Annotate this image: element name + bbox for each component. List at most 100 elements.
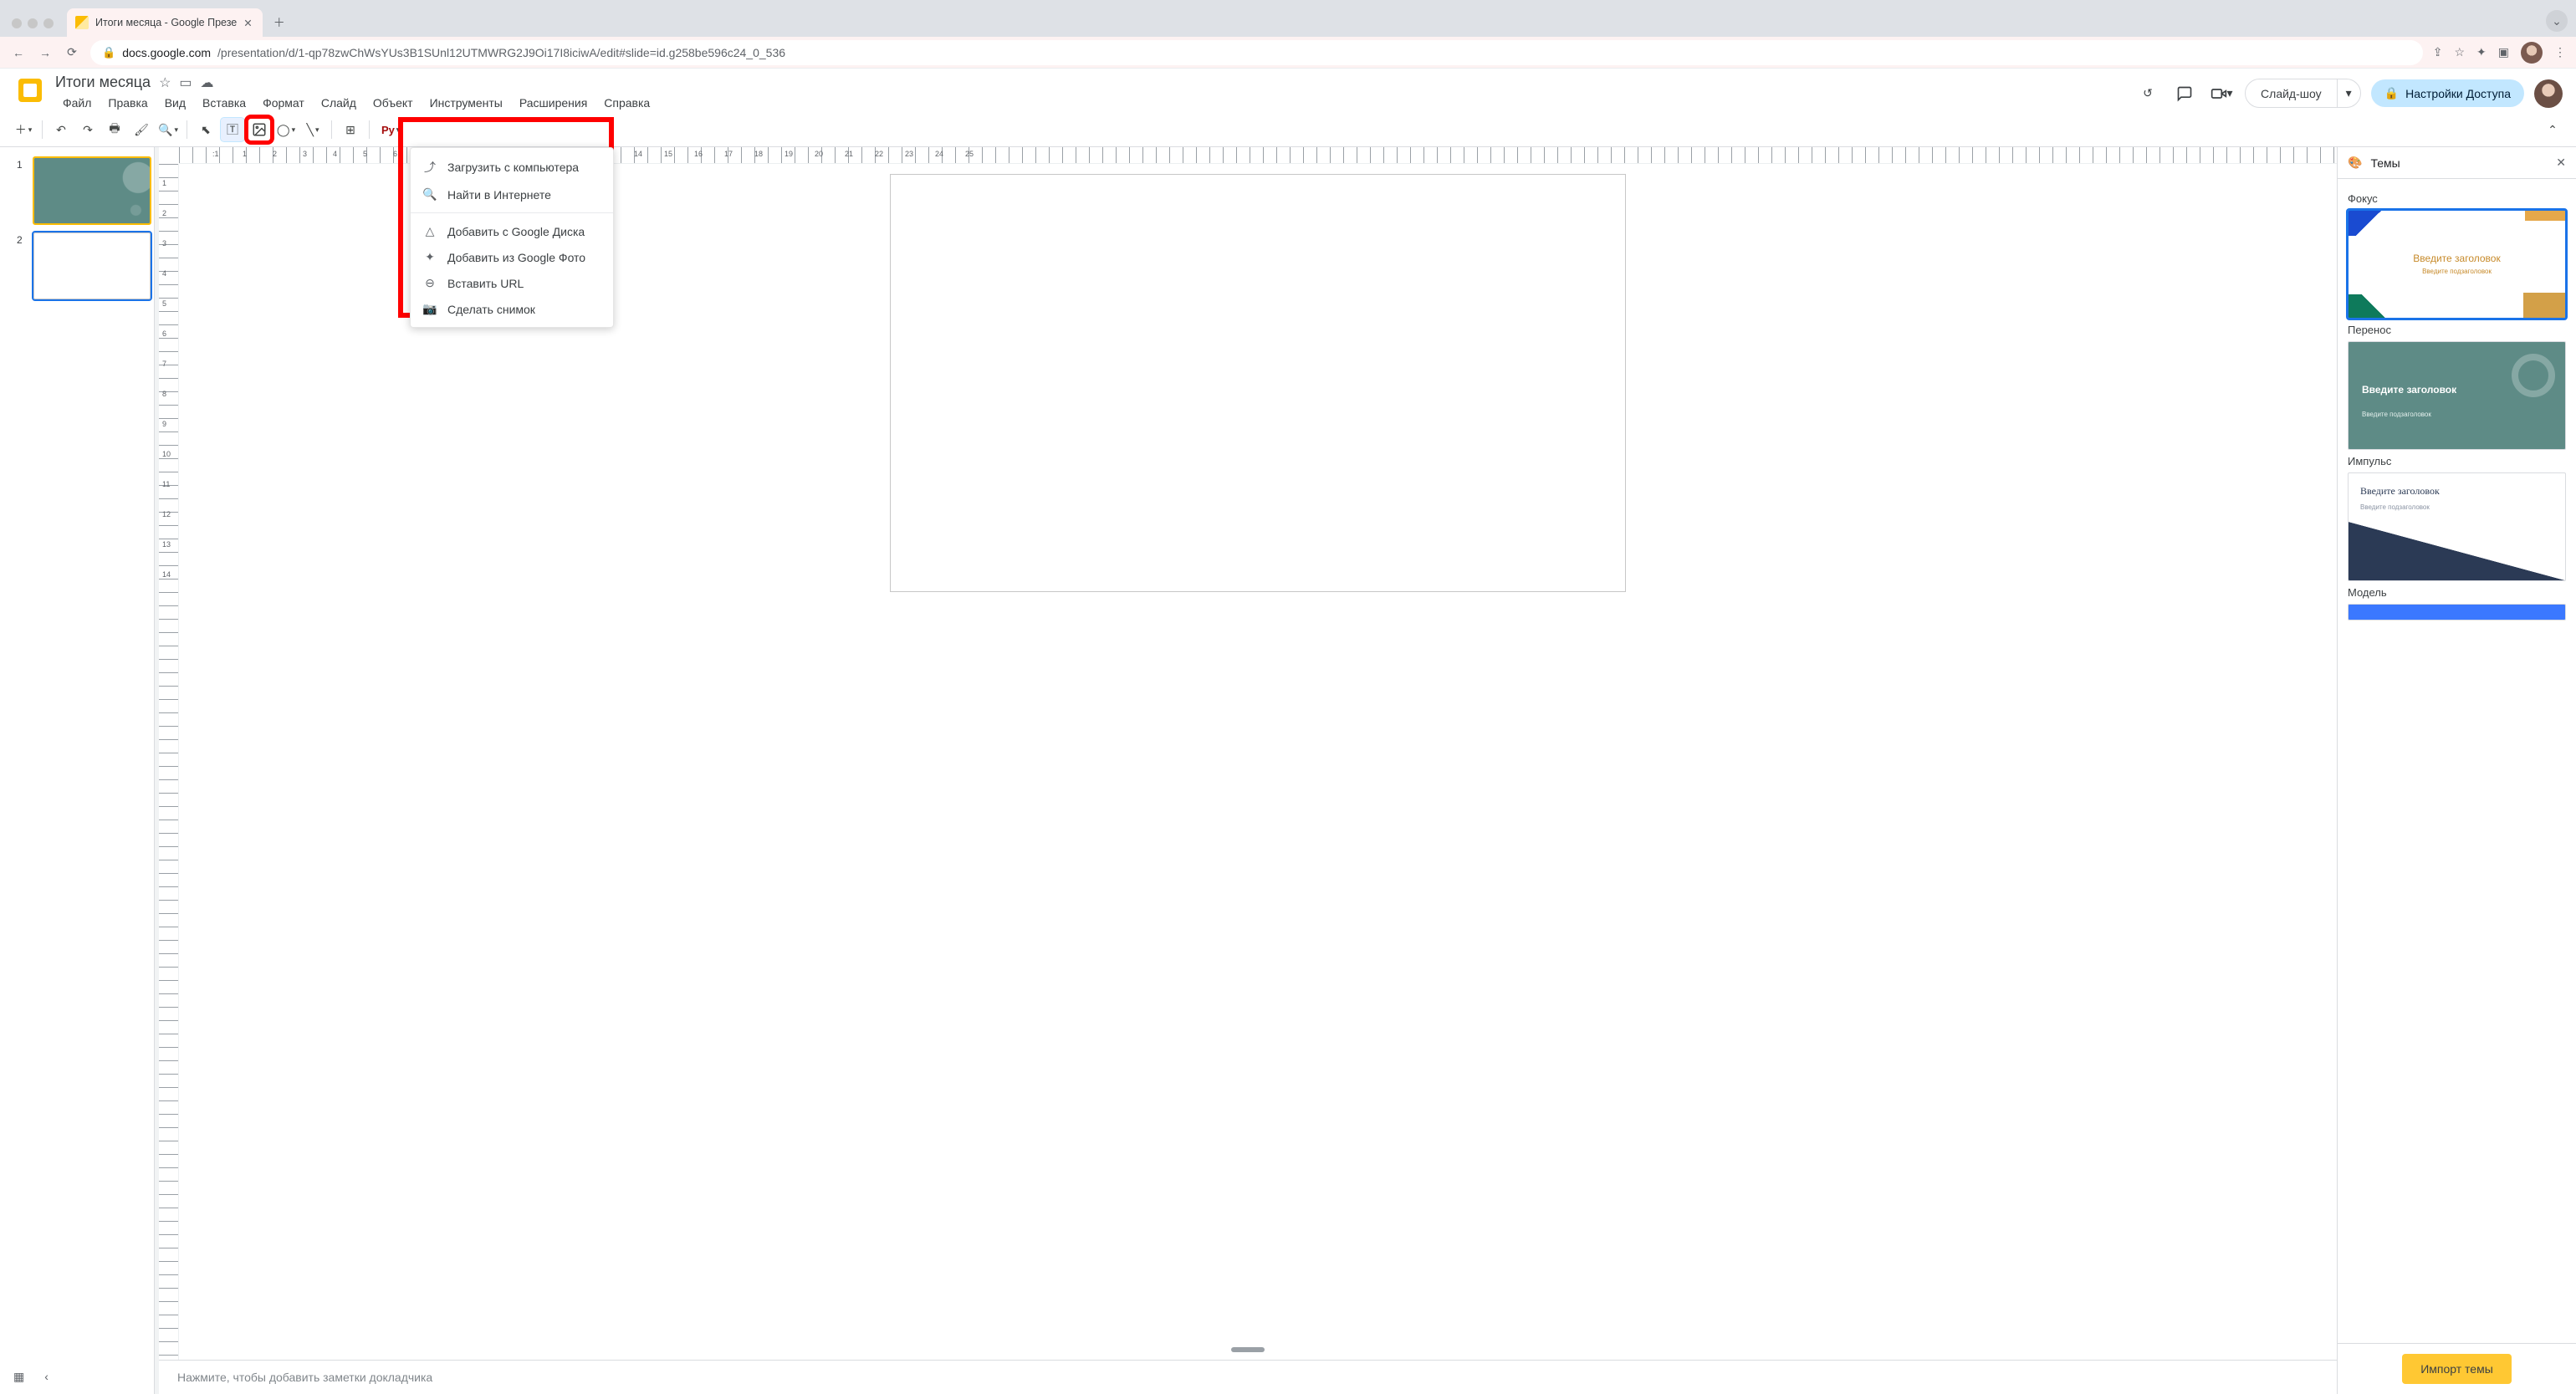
ruler-tick: 10 [162, 450, 171, 458]
theme-sub: Введите подзаголовок [2362, 411, 2431, 418]
slide-canvas[interactable] [890, 174, 1626, 592]
import-label: Импорт темы [2420, 1362, 2493, 1376]
extensions-icon[interactable]: ✦ [2476, 45, 2487, 59]
url-input[interactable]: 🔒 docs.google.com/presentation/d/1-qp78z… [90, 40, 2423, 65]
background-button[interactable]: Py [376, 118, 405, 141]
print-button[interactable]: 🖶 [103, 118, 126, 141]
theme-title: Введите заголовок [2349, 253, 2565, 264]
theme-card-focus[interactable]: Введите заголовок Введите подзаголовок [2348, 210, 2566, 319]
paint-format-button[interactable]: 🖌 [130, 118, 153, 141]
menu-object[interactable]: Объект [365, 93, 421, 113]
collapse-toolbar-icon[interactable]: ⌃ [2541, 118, 2564, 141]
cloud-status-icon[interactable]: ☁ [201, 74, 214, 91]
ruler-tick: 25 [965, 150, 974, 158]
dd-label: Загрузить с компьютера [447, 161, 579, 174]
dd-upload-from-computer[interactable]: ⤴ Загрузить с компьютера [411, 153, 613, 181]
present-button[interactable]: Слайд-шоу [2246, 80, 2337, 107]
menu-edit[interactable]: Правка [100, 93, 155, 113]
undo-button[interactable]: ↶ [49, 118, 73, 141]
thumb-preview [33, 232, 151, 299]
doc-title[interactable]: Итоги месяца [55, 74, 151, 91]
move-icon[interactable]: ▭ [179, 74, 192, 91]
speaker-notes[interactable]: Нажмите, чтобы добавить заметки докладчи… [159, 1360, 2337, 1394]
forward-button[interactable]: → [37, 46, 54, 59]
menu-help[interactable]: Справка [596, 93, 657, 113]
ruler-tick: 5 [363, 150, 367, 158]
slide-filmstrip: 1 2 [0, 147, 159, 1394]
share-label: Настройки Доступа [2405, 87, 2511, 100]
dd-from-drive[interactable]: △ Добавить с Google Диска [411, 218, 613, 244]
dd-label: Найти в Интернете [447, 188, 551, 202]
reload-button[interactable]: ⟳ [64, 45, 80, 59]
camera-icon: 📷 [422, 302, 437, 316]
theme-card-model[interactable] [2348, 604, 2566, 620]
ruler-tick: 1 [162, 179, 166, 187]
ruler-tick: 16 [694, 150, 703, 158]
new-tab-button[interactable]: ＋ [268, 11, 291, 34]
menu-view[interactable]: Вид [157, 93, 193, 113]
history-icon[interactable]: ↺ [2134, 80, 2161, 107]
tab-close-icon[interactable]: ✕ [243, 17, 252, 29]
back-button[interactable]: ← [10, 46, 27, 59]
dd-separator [411, 212, 613, 213]
lock-icon: 🔒 [102, 46, 115, 59]
share-button[interactable]: 🔒 Настройки Доступа [2371, 79, 2524, 107]
minimize-window-dot[interactable] [28, 18, 38, 28]
insert-image-button[interactable] [248, 118, 271, 141]
import-theme-button[interactable]: Импорт темы [2402, 1354, 2512, 1384]
browser-profile-avatar[interactable] [2521, 42, 2543, 64]
thumbnail-slide-2[interactable]: 2 [17, 232, 159, 299]
explore-icon[interactable]: ▦ [13, 1370, 24, 1384]
sidepanel-icon[interactable]: ▣ [2498, 45, 2509, 59]
redo-button[interactable]: ↷ [76, 118, 100, 141]
browser-tab[interactable]: Итоги месяца - Google Презе ✕ [67, 8, 263, 37]
theme-card-impulse[interactable]: Введите заголовок Введите подзаголовок [2348, 472, 2566, 581]
bookmark-icon[interactable]: ☆ [2454, 45, 2465, 59]
menu-extensions[interactable]: Расширения [512, 93, 595, 113]
thumb-number: 2 [17, 232, 27, 246]
zoom-window-dot[interactable] [43, 18, 54, 28]
theme-card-carry[interactable]: Введите заголовок Введите подзаголовок [2348, 341, 2566, 450]
zoom-button[interactable]: 🔍 [156, 118, 180, 141]
close-window-dot[interactable] [12, 18, 22, 28]
ruler-tick: 17 [724, 150, 733, 158]
menu-format[interactable]: Формат [255, 93, 312, 113]
menu-file[interactable]: Файл [55, 93, 99, 113]
select-tool-button[interactable]: ⬉ [194, 118, 217, 141]
slide-stage[interactable] [179, 164, 2337, 1360]
photos-icon: ✦ [422, 250, 437, 264]
ruler-tick: 12 [162, 510, 171, 518]
present-dropdown[interactable]: ▾ [2337, 79, 2360, 107]
ruler-tick: 1 [243, 150, 247, 158]
meet-icon[interactable]: ▾ [2208, 80, 2235, 107]
notes-drag-handle[interactable] [1231, 1347, 1265, 1352]
menu-slide[interactable]: Слайд [314, 93, 364, 113]
share-page-icon[interactable]: ⇪ [2433, 45, 2443, 59]
dd-camera[interactable]: 📷 Сделать снимок [411, 296, 613, 322]
tabstrip-expand-icon[interactable]: ⌄ [2546, 10, 2568, 32]
browser-menu-icon[interactable]: ⋮ [2554, 45, 2566, 59]
textbox-button[interactable]: 🅃 [221, 118, 244, 141]
collapse-filmstrip-icon[interactable]: ‹ [44, 1370, 49, 1384]
star-icon[interactable]: ☆ [159, 74, 171, 91]
dd-by-url[interactable]: ⊖ Вставить URL [411, 270, 613, 296]
insert-comment-button[interactable]: ⊞ [339, 118, 362, 141]
notes-placeholder: Нажмите, чтобы добавить заметки докладчи… [177, 1371, 432, 1384]
menu-bar: Файл Правка Вид Вставка Формат Слайд Объ… [55, 93, 2126, 113]
slides-favicon-icon [75, 16, 89, 29]
comments-icon[interactable] [2171, 80, 2198, 107]
close-panel-icon[interactable]: ✕ [2556, 156, 2566, 170]
account-avatar[interactable] [2534, 79, 2563, 108]
ruler-tick: 14 [162, 570, 171, 579]
insert-line-button[interactable]: ╲ [301, 118, 325, 141]
new-slide-button[interactable]: ＋ [12, 118, 35, 141]
slides-logo-icon[interactable] [13, 74, 47, 107]
thumbnail-slide-1[interactable]: 1 [17, 157, 159, 224]
menu-insert[interactable]: Вставка [195, 93, 253, 113]
dd-search-web[interactable]: 🔍 Найти в Интернете [411, 181, 613, 207]
menu-tools[interactable]: Инструменты [422, 93, 510, 113]
insert-shape-button[interactable]: ◯ [274, 118, 298, 141]
dd-from-photos[interactable]: ✦ Добавить из Google Фото [411, 244, 613, 270]
dd-label: Добавить с Google Диска [447, 225, 585, 238]
ruler-tick: 3 [303, 150, 307, 158]
